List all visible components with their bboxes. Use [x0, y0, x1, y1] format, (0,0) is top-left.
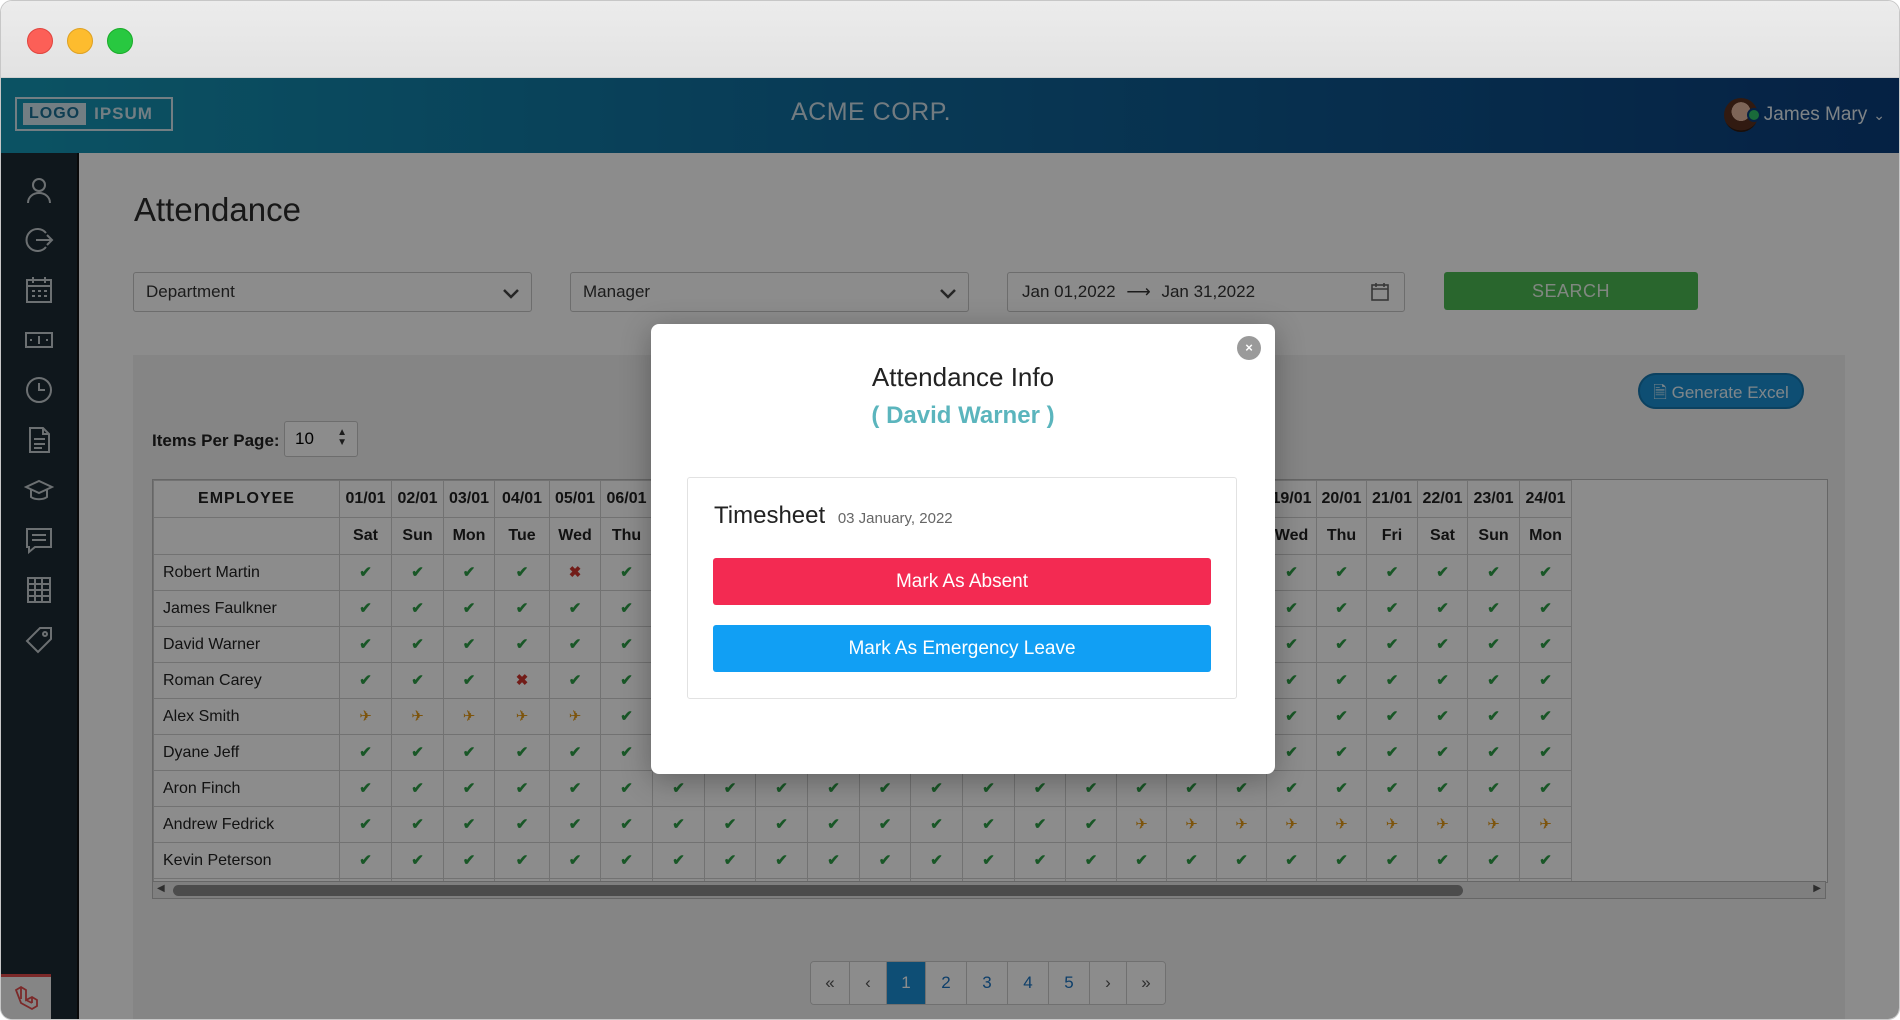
minimize-window-button[interactable]: [67, 28, 93, 54]
modal-title: Attendance Info: [871, 362, 1055, 392]
timesheet-heading: Timesheet 03 January, 2022: [714, 502, 953, 530]
window-titlebar: [1, 1, 1899, 78]
close-icon[interactable]: ×: [1237, 336, 1261, 360]
attendance-info-modal: × Attendance Info ( David Warner ) Times…: [651, 324, 1275, 774]
mark-absent-button[interactable]: Mark As Absent: [713, 558, 1211, 605]
timesheet-label: Timesheet: [714, 502, 826, 529]
close-window-button[interactable]: [27, 28, 53, 54]
timesheet-date: 03 January, 2022: [837, 510, 953, 527]
mark-emergency-leave-button[interactable]: Mark As Emergency Leave: [713, 625, 1211, 672]
timesheet-card: Timesheet 03 January, 2022 Mark As Absen…: [687, 477, 1237, 699]
modal-employee-name: ( David Warner ): [871, 402, 1055, 429]
maximize-window-button[interactable]: [107, 28, 133, 54]
app-window: LOGO IPSUM ACME CORP. James Mary ⌄ Atten…: [0, 0, 1900, 1020]
